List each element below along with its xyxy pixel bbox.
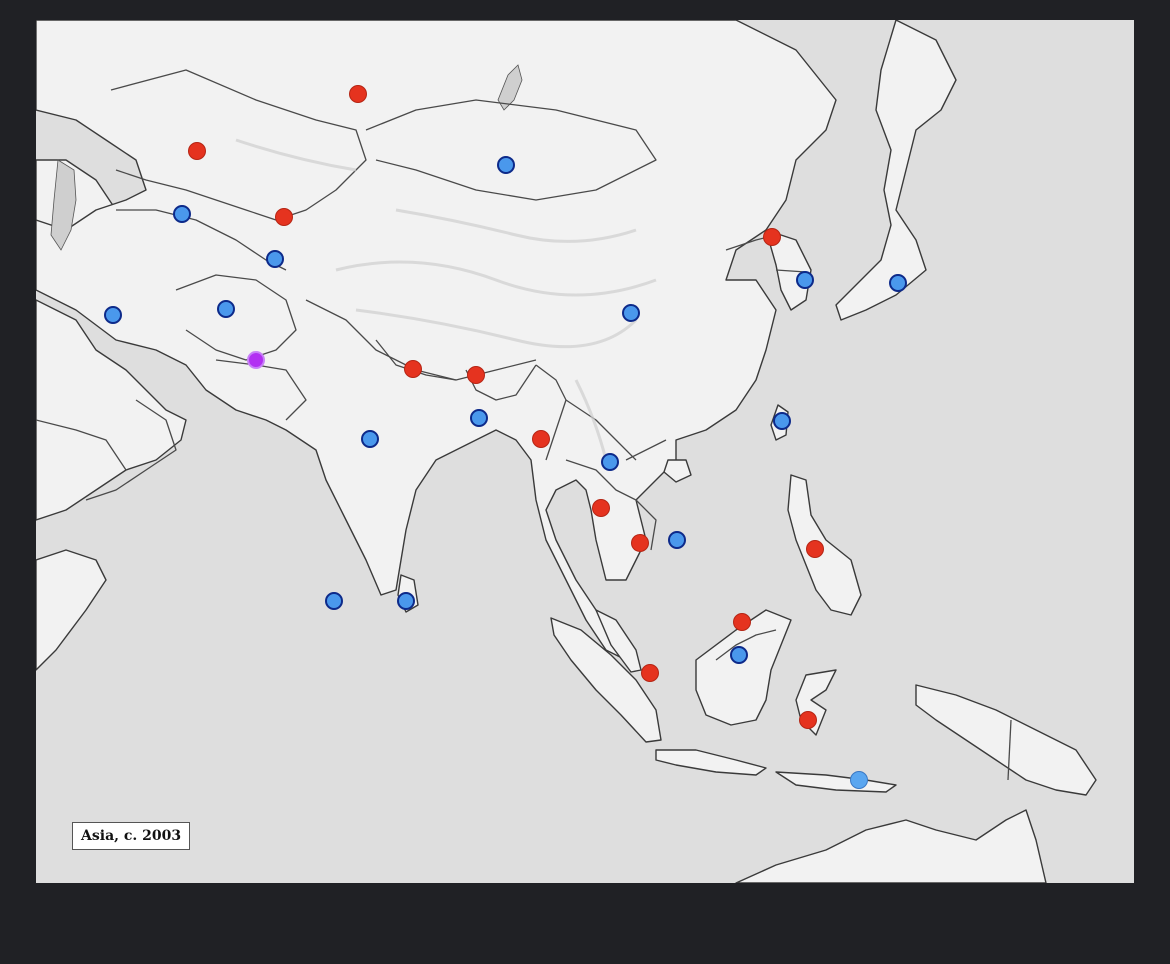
marker-red-5[interactable]	[404, 360, 422, 378]
map-caption: Asia, c. 2003	[72, 822, 191, 850]
marker-red-10[interactable]	[806, 540, 824, 558]
marker-red-7[interactable]	[532, 430, 550, 448]
marker-purple-1[interactable]	[247, 351, 265, 369]
marker-blue-12[interactable]	[601, 453, 619, 471]
marker-blue-5[interactable]	[889, 274, 907, 292]
marker-blue-7[interactable]	[217, 300, 235, 318]
marker-blue-3[interactable]	[266, 250, 284, 268]
marker-red-13[interactable]	[799, 711, 817, 729]
marker-blue-6[interactable]	[104, 306, 122, 324]
marker-blue-8[interactable]	[622, 304, 640, 322]
marker-blue-13[interactable]	[668, 531, 686, 549]
marker-blue-10[interactable]	[773, 412, 791, 430]
marker-blue-1[interactable]	[497, 156, 515, 174]
marker-red-11[interactable]	[733, 613, 751, 631]
marker-lightblue-1[interactable]	[850, 771, 868, 789]
marker-blue-2[interactable]	[173, 205, 191, 223]
marker-blue-4[interactable]	[796, 271, 814, 289]
marker-red-3[interactable]	[275, 208, 293, 226]
marker-red-9[interactable]	[631, 534, 649, 552]
marker-red-1[interactable]	[349, 85, 367, 103]
marker-red-12[interactable]	[641, 664, 659, 682]
marker-blue-9[interactable]	[470, 409, 488, 427]
marker-red-2[interactable]	[188, 142, 206, 160]
marker-red-4[interactable]	[763, 228, 781, 246]
marker-blue-15[interactable]	[397, 592, 415, 610]
marker-blue-16[interactable]	[730, 646, 748, 664]
marker-red-6[interactable]	[467, 366, 485, 384]
marker-red-8[interactable]	[592, 499, 610, 517]
marker-blue-14[interactable]	[325, 592, 343, 610]
marker-blue-11[interactable]	[361, 430, 379, 448]
page-background: Asia, c. 2003	[0, 0, 1170, 964]
